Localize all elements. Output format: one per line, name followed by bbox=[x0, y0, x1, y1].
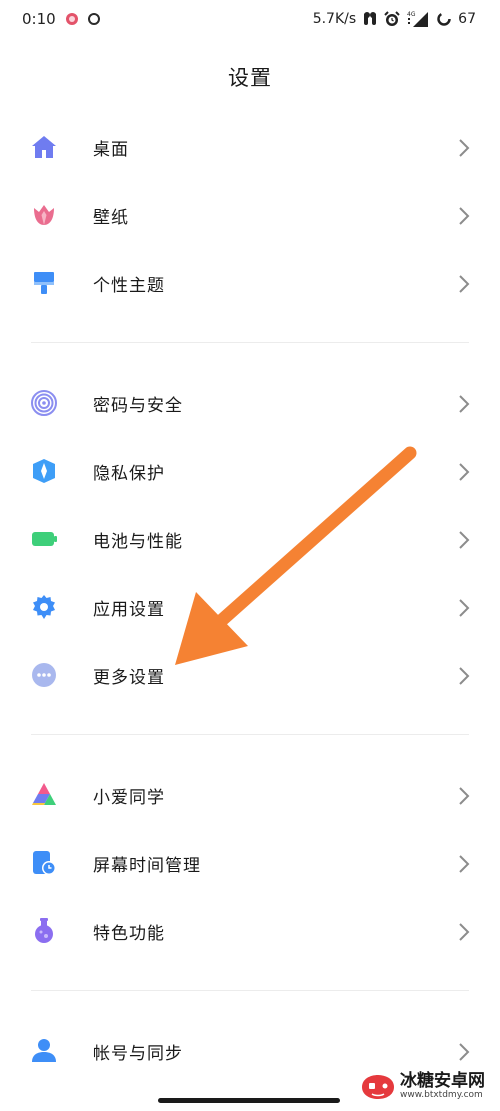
settings-item-label: 更多设置 bbox=[93, 668, 165, 688]
tulip-icon bbox=[34, 205, 54, 225]
settings-item-more-settings[interactable]: 更多设置 bbox=[0, 641, 500, 709]
status-bar: 0:10 5.7K/s 4G 67 bbox=[0, 0, 500, 44]
settings-item-label: 壁纸 bbox=[93, 208, 129, 228]
chevron-right-icon bbox=[459, 463, 470, 481]
chevron-right-icon bbox=[459, 531, 470, 549]
chevron-right-icon bbox=[459, 139, 470, 157]
watermark-title: 冰糖安卓网 bbox=[400, 1071, 485, 1091]
network-speed: 5.7K/s bbox=[312, 11, 357, 27]
settings-item-label: 电池与性能 bbox=[93, 532, 183, 552]
settings-item-wallpaper[interactable]: 壁纸 bbox=[0, 181, 500, 249]
more-dots-icon bbox=[32, 663, 56, 687]
battery-level: 67 bbox=[458, 11, 476, 27]
group-divider bbox=[31, 990, 469, 991]
gear-icon bbox=[33, 595, 55, 619]
chevron-right-icon bbox=[459, 855, 470, 873]
settings-item-screen-time[interactable]: 屏幕时间管理 bbox=[0, 829, 500, 897]
settings-item-themes[interactable]: 个性主题 bbox=[0, 249, 500, 317]
alarm-icon bbox=[384, 11, 400, 26]
privacy-shield-icon bbox=[33, 459, 55, 483]
settings-item-label: 隐私保护 bbox=[93, 464, 165, 484]
signal-icon: 4G bbox=[407, 11, 429, 27]
chevron-right-icon bbox=[459, 923, 470, 941]
chevron-right-icon bbox=[459, 599, 470, 617]
chevron-right-icon bbox=[459, 1043, 470, 1061]
chevron-right-icon bbox=[459, 787, 470, 805]
status-time: 0:10 bbox=[22, 10, 56, 28]
chevron-right-icon bbox=[459, 667, 470, 685]
settings-item-app-settings[interactable]: 应用设置 bbox=[0, 573, 500, 641]
settings-item-label: 应用设置 bbox=[93, 600, 165, 620]
home-icon bbox=[32, 136, 56, 158]
flask-icon bbox=[35, 918, 53, 943]
battery-icon bbox=[32, 532, 57, 546]
group-divider bbox=[31, 734, 469, 735]
paintbrush-icon bbox=[34, 272, 54, 294]
settings-item-desktop[interactable]: 桌面 bbox=[0, 113, 500, 181]
settings-item-privacy[interactable]: 隐私保护 bbox=[0, 437, 500, 505]
home-indicator[interactable] bbox=[158, 1098, 340, 1103]
watermark-logo-icon bbox=[362, 1074, 394, 1099]
notification-ring-icon bbox=[87, 13, 100, 25]
settings-item-xiaoai[interactable]: 小爱同学 bbox=[0, 761, 500, 829]
status-bar-right: 5.7K/s 4G 67 bbox=[313, 10, 476, 28]
watermark: 冰糖安卓网 www.btxtdmy.com bbox=[360, 1072, 485, 1101]
chevron-right-icon bbox=[459, 207, 470, 225]
group-divider bbox=[31, 342, 469, 343]
settings-item-label: 特色功能 bbox=[93, 924, 165, 944]
settings-item-battery-performance[interactable]: 电池与性能 bbox=[0, 505, 500, 573]
settings-item-password-security[interactable]: 密码与安全 bbox=[0, 369, 500, 437]
watermark-text: 冰糖安卓网 www.btxtdmy.com bbox=[400, 1072, 485, 1101]
xiaoai-icon bbox=[32, 783, 56, 805]
earbuds-icon bbox=[364, 12, 377, 25]
battery-ring-icon bbox=[437, 12, 451, 26]
account-icon bbox=[32, 1039, 56, 1062]
watermark-url: www.btxtdmy.com bbox=[400, 1090, 483, 1100]
settings-item-label: 屏幕时间管理 bbox=[93, 856, 201, 876]
settings-item-label: 小爱同学 bbox=[93, 788, 165, 808]
settings-screen: 0:10 5.7K/s 4G 67 设置 桌面 壁纸 个性主题 密码与安全 隐私… bbox=[0, 0, 500, 1111]
settings-item-label: 帐号与同步 bbox=[93, 1044, 183, 1064]
settings-item-label: 个性主题 bbox=[93, 276, 165, 296]
status-bar-left: 0:10 bbox=[22, 10, 100, 28]
network-type: 4G bbox=[407, 11, 416, 18]
page-title: 设置 bbox=[228, 66, 272, 90]
screen-time-icon bbox=[33, 851, 56, 875]
notification-red-icon bbox=[65, 13, 78, 25]
chevron-right-icon bbox=[459, 275, 470, 293]
settings-item-special-features[interactable]: 特色功能 bbox=[0, 897, 500, 965]
fingerprint-icon bbox=[31, 390, 57, 416]
settings-item-label: 密码与安全 bbox=[93, 396, 183, 416]
chevron-right-icon bbox=[459, 395, 470, 413]
settings-item-label: 桌面 bbox=[93, 140, 129, 160]
